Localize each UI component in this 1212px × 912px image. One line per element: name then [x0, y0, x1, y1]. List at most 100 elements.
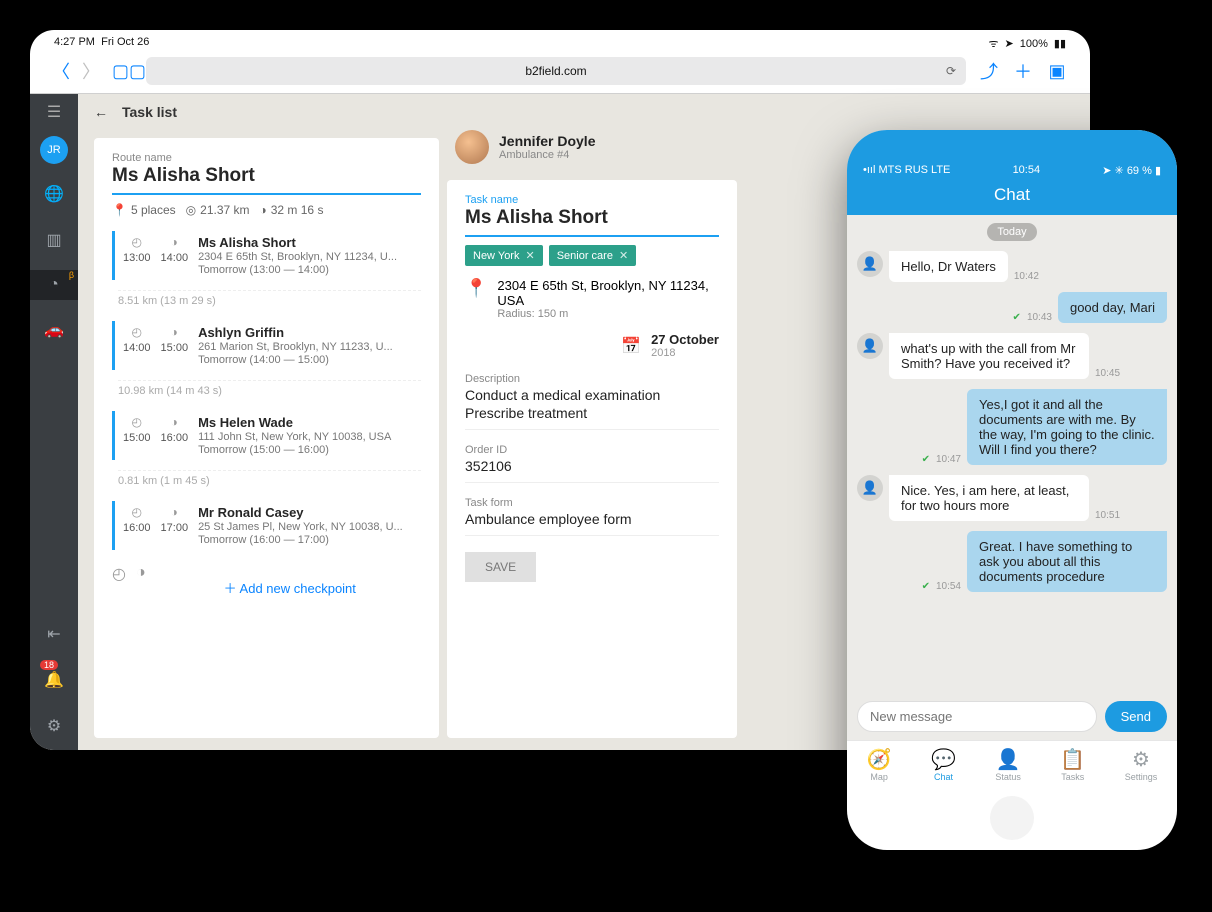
- message-row: 👤 what's up with the call from Mr Smith?…: [857, 333, 1167, 379]
- chat-icon: 💬: [931, 747, 956, 772]
- half-clock-icon: ◑: [161, 325, 189, 339]
- description-label: Description: [465, 373, 719, 385]
- checkpoint-when: Tomorrow (16:00 — 17:00): [198, 534, 421, 546]
- checkpoint-item[interactable]: ◴ 14:00 ◑ 15:00 Ashlyn Griffin 261 Marion …: [112, 321, 421, 370]
- assignee-name: Jennifer Doyle: [499, 133, 595, 149]
- today-pill: Today: [987, 223, 1036, 241]
- checkpoint-when: Tomorrow (14:00 — 15:00): [198, 354, 421, 366]
- phone-battery: ➤ ✳ 69 % ▮: [1102, 164, 1161, 177]
- message-time: 10:47: [936, 454, 961, 465]
- checkpoint-name: Ashlyn Griffin: [198, 325, 421, 340]
- user-avatar[interactable]: JR: [40, 136, 68, 164]
- gap-row: 10.98 km (14 m 43 s): [118, 380, 421, 397]
- message-bubble: good day, Mari: [1058, 292, 1167, 323]
- task-name-input[interactable]: Ms Alisha Short: [465, 206, 719, 237]
- url-bar[interactable]: b2field.com ⟳: [146, 57, 966, 85]
- analytics-icon[interactable]: ▥: [30, 224, 78, 256]
- new-tab-icon[interactable]: ＋: [1012, 58, 1034, 84]
- task-date: 27 October: [651, 332, 719, 347]
- half-clock-icon: ◑: [161, 235, 189, 249]
- checkpoint-address: 25 St James Pl, New York, NY 10038, U...: [198, 521, 421, 533]
- clock-pin-icon[interactable]: ◔β: [30, 270, 78, 300]
- message-bubble: Nice. Yes, i am here, at least, for two …: [889, 475, 1089, 521]
- status-icon: 👤: [995, 747, 1021, 772]
- checkpoint-item[interactable]: ◴15:00 ◑16:00 Ms Helen Wade 111 John St,…: [112, 411, 421, 460]
- order-id-label: Order ID: [465, 444, 719, 456]
- message-input[interactable]: [857, 701, 1097, 732]
- calendar-icon: 📅: [621, 336, 641, 356]
- add-checkpoint-button[interactable]: ＋ Add new checkpoint: [224, 578, 356, 597]
- remove-tag-icon[interactable]: ✕: [525, 249, 534, 262]
- tab-label: Tasks: [1061, 772, 1084, 782]
- message-time: 10:43: [1027, 312, 1052, 323]
- chat-scroll[interactable]: Today 👤 Hello, Dr Waters 10:42✔ 10:43 go…: [847, 215, 1177, 693]
- checkpoint-item[interactable]: ◴16:00 ◑17:00 Mr Ronald Casey 25 St Jame…: [112, 501, 421, 550]
- task-form-label: Task form: [465, 497, 719, 509]
- tab-chat[interactable]: 💬Chat: [931, 747, 956, 782]
- share-icon[interactable]: ⤴: [978, 58, 1000, 84]
- car-icon[interactable]: 🚗: [30, 314, 78, 346]
- clock-icon: ◴: [123, 235, 151, 249]
- sidebar: ☰ JR 🌐 ▥ ◔β 🚗 ⇤ 🔔18 ⚙: [30, 94, 78, 750]
- message-time: 10:51: [1095, 510, 1120, 521]
- panel-title: Task list: [122, 104, 177, 120]
- tabs-icon[interactable]: ▣: [1046, 61, 1068, 82]
- checkpoint-address: 261 Marion St, Brooklyn, NY 11233, U...: [198, 341, 421, 353]
- tag-label: Senior care: [557, 250, 613, 262]
- route-label: Route name: [112, 152, 421, 164]
- task-year: 2018: [651, 347, 719, 359]
- task-detail-panel: Task name Ms Alisha Short New York✕ Senio…: [447, 180, 737, 738]
- tab-status[interactable]: 👤Status: [995, 747, 1021, 782]
- forward-button[interactable]: 〉: [82, 58, 100, 84]
- checkpoint-item[interactable]: ◴13:00 ◑14:00 Ms Alisha Short 2304 E 65t…: [112, 231, 421, 280]
- bookmarks-icon[interactable]: ▢▢: [112, 61, 134, 82]
- battery-icon: ▮▮: [1054, 37, 1066, 50]
- checkpoint-name: Ms Helen Wade: [198, 415, 421, 430]
- delivered-icon: ✔: [1013, 312, 1021, 323]
- avatar-icon: 👤: [857, 475, 883, 501]
- from-time: 15:00: [123, 432, 151, 444]
- checkpoint-name: Ms Alisha Short: [198, 235, 421, 250]
- message-row: ✔ 10:43 good day, Mari: [857, 292, 1167, 323]
- menu-icon[interactable]: ☰: [47, 102, 61, 122]
- gap-row: 8.51 km (13 m 29 s): [118, 290, 421, 307]
- bell-icon[interactable]: 🔔18: [44, 664, 64, 696]
- back-arrow-icon[interactable]: ←: [94, 104, 108, 120]
- reload-icon[interactable]: ⟳: [946, 64, 956, 78]
- description-line2: Prescribe treatment: [465, 405, 719, 421]
- tab-tasks[interactable]: 📋Tasks: [1060, 747, 1085, 782]
- half-clock-icon: ◑: [136, 564, 146, 597]
- map-icon: 🧭: [867, 747, 892, 772]
- send-button[interactable]: Send: [1105, 701, 1167, 732]
- save-button[interactable]: SAVE: [465, 552, 536, 582]
- from-time: 16:00: [123, 522, 151, 534]
- logout-icon[interactable]: ⇤: [44, 618, 64, 650]
- clock-icon: ◴: [123, 415, 151, 429]
- location-pin-icon: 📍: [465, 278, 487, 299]
- message-time: 10:54: [936, 581, 961, 592]
- battery-percent: 100%: [1020, 38, 1048, 50]
- tag-chip[interactable]: New York✕: [465, 245, 543, 266]
- from-time: 14:00: [123, 342, 151, 354]
- globe-icon[interactable]: 🌐: [30, 178, 78, 210]
- tag-chip[interactable]: Senior care ✕: [549, 245, 636, 266]
- back-button[interactable]: 〈: [52, 58, 70, 84]
- to-time: 15:00: [161, 342, 189, 354]
- route-name[interactable]: Ms Alisha Short: [112, 164, 421, 195]
- order-id-value: 352106: [465, 458, 719, 474]
- clock-icon: ◴: [123, 325, 151, 339]
- gear-icon[interactable]: ⚙: [44, 710, 64, 742]
- phone-time: 10:54: [1013, 164, 1041, 177]
- avatar-icon: 👤: [857, 251, 883, 277]
- checkpoint-name: Mr Ronald Casey: [198, 505, 421, 520]
- task-label: Task name: [465, 194, 719, 206]
- tab-settings[interactable]: ⚙Settings: [1125, 747, 1158, 782]
- tab-label: Settings: [1125, 772, 1158, 782]
- wifi-icon: ᯤ: [988, 36, 998, 51]
- checkpoint-time-icons: ◴ ◑ ＋ Add new checkpoint: [112, 564, 421, 597]
- tab-map[interactable]: 🧭Map: [867, 747, 892, 782]
- tab-label: Status: [995, 772, 1021, 782]
- home-button[interactable]: [990, 796, 1034, 840]
- from-time: 13:00: [123, 252, 151, 264]
- remove-tag-icon[interactable]: ✕: [619, 249, 628, 262]
